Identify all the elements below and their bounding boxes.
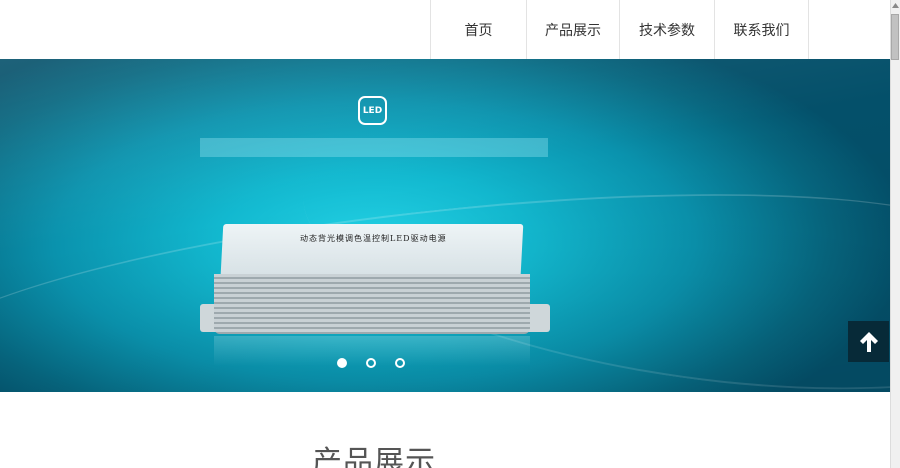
slider-dot-1[interactable]	[337, 358, 347, 368]
scrollbar-thumb[interactable]	[891, 14, 899, 60]
nav-item-products[interactable]: 产品展示	[527, 0, 620, 59]
hero-banner[interactable]: LED 动态背光模调色温控制LED驱动电源	[0, 59, 890, 392]
product-heatsink	[214, 274, 530, 334]
led-logo-icon: LED	[358, 96, 387, 125]
nav-item-home[interactable]: 首页	[431, 0, 527, 59]
nav-item-specs[interactable]: 技术参数	[620, 0, 715, 59]
scrollbar-track[interactable]	[890, 0, 900, 468]
banner-title-strip	[200, 138, 548, 157]
slider-dot-2[interactable]	[366, 358, 376, 368]
product-top-face	[220, 224, 524, 274]
section-title: 产品展示	[312, 445, 436, 468]
product-image: 动态背光模调色温控制LED驱动电源	[200, 224, 550, 366]
slider-dot-3[interactable]	[395, 358, 405, 368]
nav-item-contact[interactable]: 联系我们	[715, 0, 809, 59]
slider-dots	[337, 358, 405, 368]
scroll-up-icon[interactable]	[891, 0, 900, 10]
back-to-top-button[interactable]	[848, 321, 889, 362]
arrow-up-icon	[859, 331, 878, 352]
header: 首页 产品展示 技术参数 联系我们	[0, 0, 890, 59]
product-label: 动态背光模调色温控制LED驱动电源	[300, 234, 447, 243]
main-nav: 首页 产品展示 技术参数 联系我们	[430, 0, 809, 59]
